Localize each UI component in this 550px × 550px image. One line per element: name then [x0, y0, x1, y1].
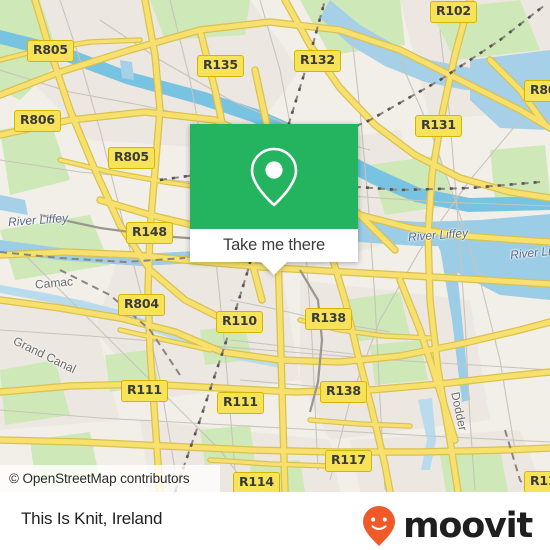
road-shield: R131 [415, 115, 462, 137]
location-callout: Take me there [190, 124, 358, 275]
road-shield: R138 [320, 381, 367, 403]
map-canvas[interactable]: R805 R806 R805 R135 R132 R102 R131 R807 … [0, 0, 550, 492]
map-pin-icon [250, 147, 298, 206]
road-shield: R118 [524, 471, 550, 492]
moovit-wordmark: moovit [403, 505, 533, 546]
road-shield: R804 [118, 294, 165, 316]
road-shield: R132 [294, 50, 341, 72]
page-title: This Is Knit, Ireland [21, 509, 163, 528]
road-shield: R135 [197, 55, 244, 77]
road-shield: R138 [305, 308, 352, 330]
road-shield: R117 [325, 450, 372, 472]
road-shield: R806 [14, 110, 61, 132]
map-attribution[interactable]: © OpenStreetMap contributors [0, 465, 220, 492]
footer-bar: This Is Knit, Ireland moovit [0, 492, 550, 550]
take-me-there-button[interactable]: Take me there [190, 229, 358, 262]
road-shield: R111 [217, 392, 264, 414]
road-shield: R807 [524, 80, 550, 102]
road-shield: R148 [126, 222, 173, 244]
road-shield: R111 [121, 380, 168, 402]
road-shield: R110 [216, 311, 263, 333]
attribution-text: © OpenStreetMap contributors [9, 471, 190, 486]
callout-pointer [261, 262, 287, 275]
app-root: R805 R806 R805 R135 R132 R102 R131 R807 … [0, 0, 550, 550]
road-shield: R102 [430, 1, 477, 23]
moovit-pin-icon [363, 506, 396, 546]
road-shield: R114 [233, 472, 280, 492]
road-shield: R805 [27, 40, 74, 62]
callout-card-body [190, 124, 358, 229]
take-me-there-label: Take me there [223, 236, 325, 254]
road-shield: R805 [108, 147, 155, 169]
moovit-brand[interactable]: moovit [362, 505, 533, 547]
